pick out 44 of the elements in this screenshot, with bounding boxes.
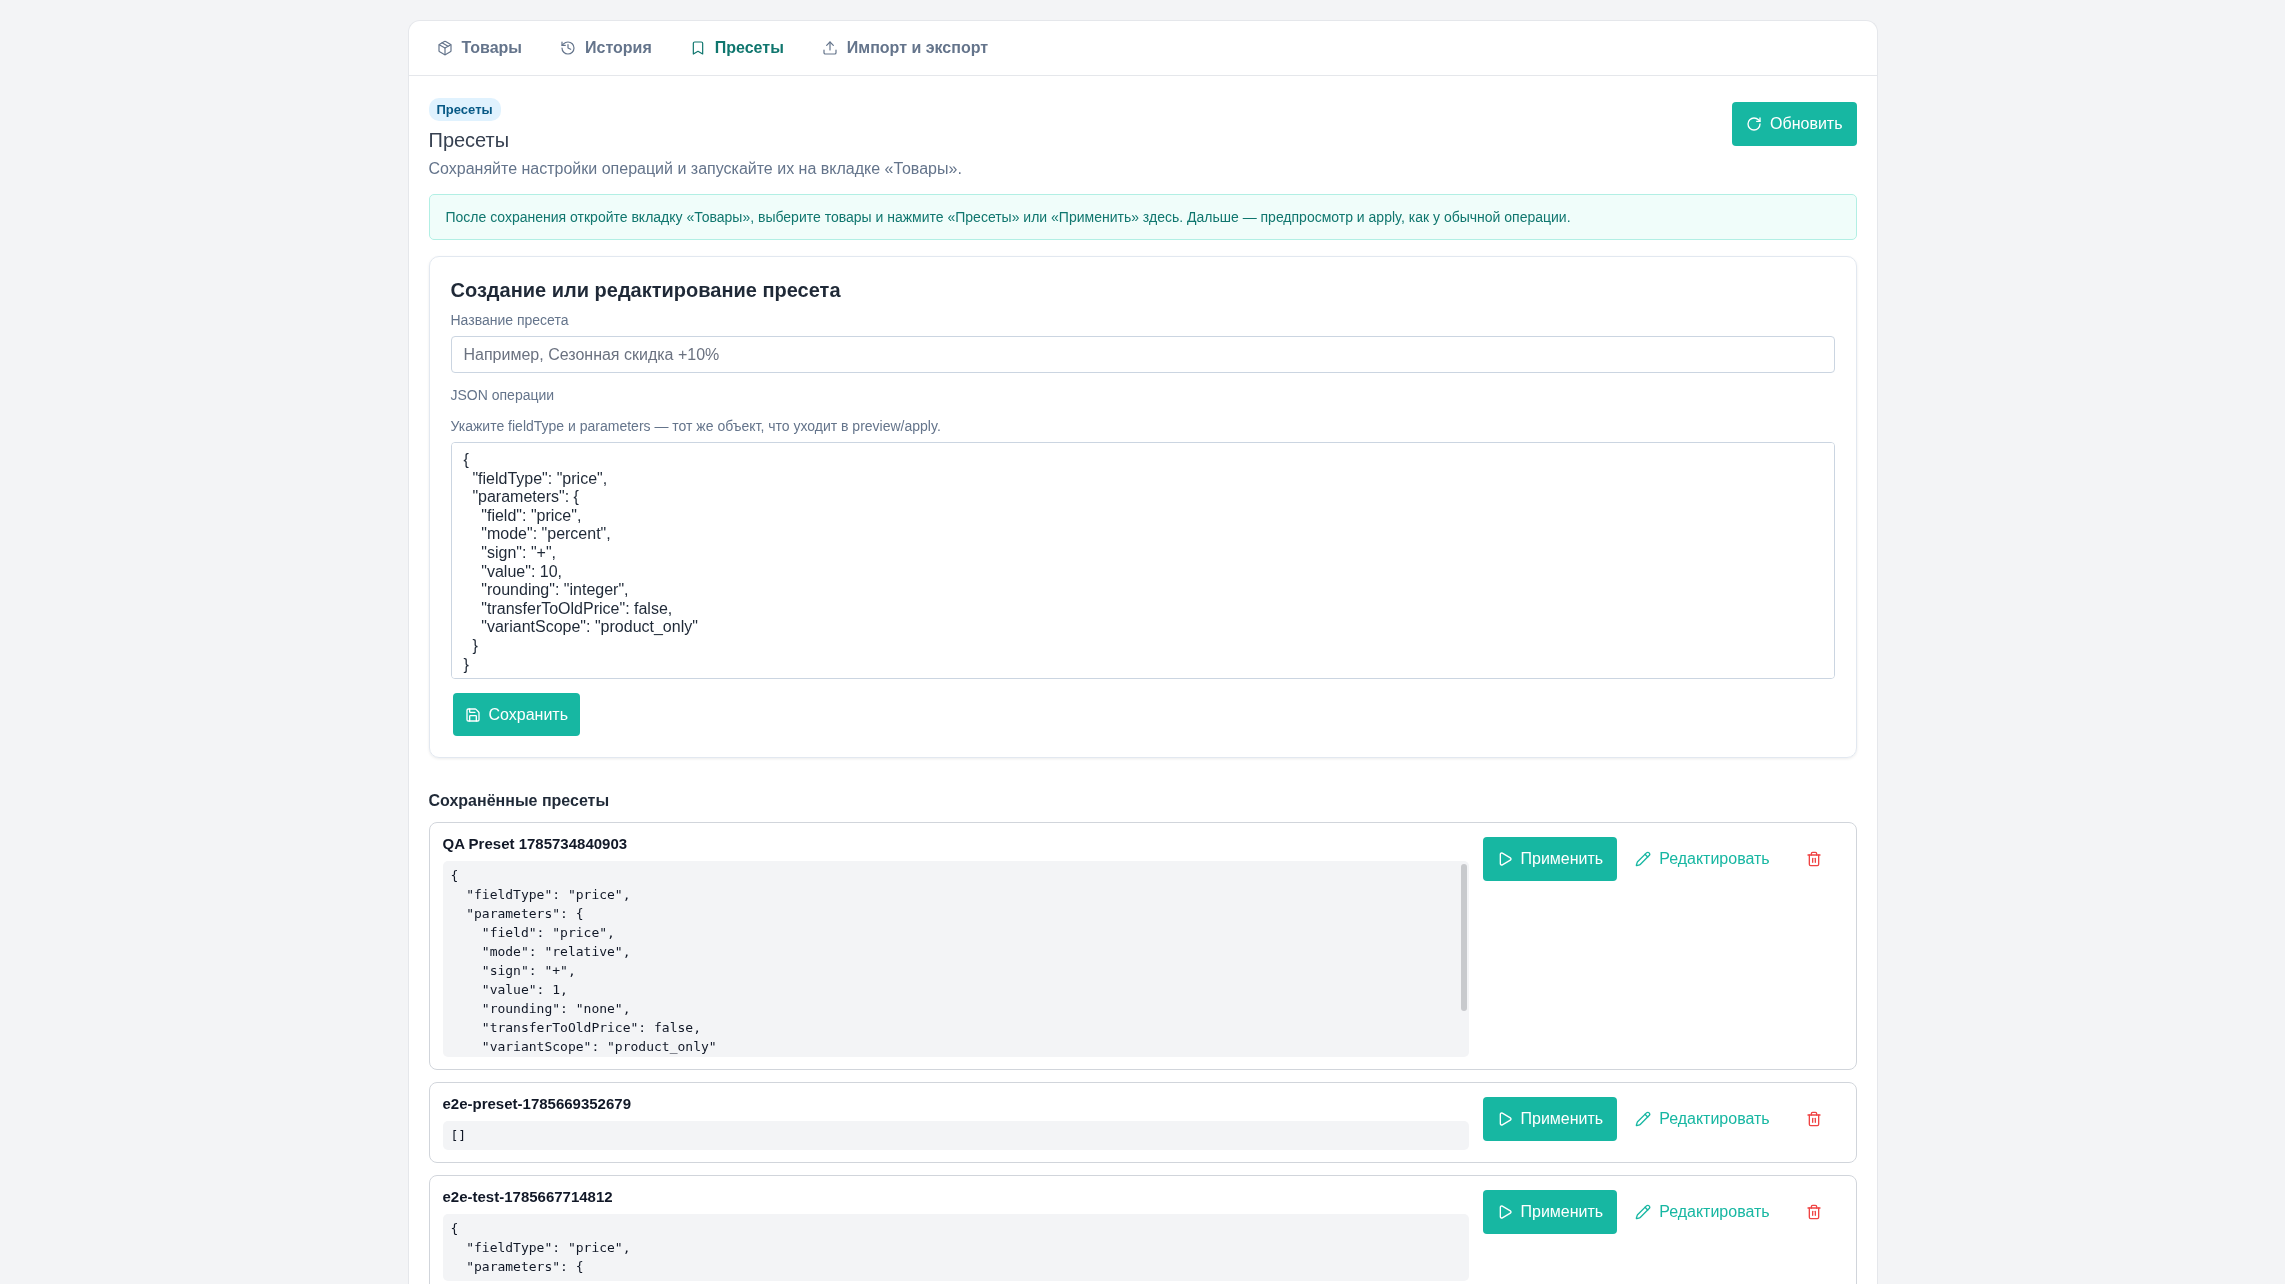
pencil-icon	[1635, 1111, 1652, 1127]
field-hint: Укажите fieldType и parameters — тот же объект, что уходит в preview/apply.	[450, 418, 942, 434]
history-icon	[560, 40, 576, 56]
edit-link[interactable]: Редактировать	[1631, 1203, 1774, 1221]
upload-icon	[821, 40, 838, 56]
edit-link[interactable]: Редактировать	[1631, 1110, 1774, 1128]
delete-button[interactable]	[1805, 851, 1822, 867]
scrollbar[interactable]	[1460, 864, 1467, 1011]
refresh-button[interactable]: Обновить	[1732, 102, 1857, 146]
apply-button[interactable]: Применить	[1482, 837, 1618, 881]
edit-link[interactable]: Редактировать	[1631, 850, 1774, 868]
field-label: JSON операции	[450, 387, 556, 403]
tab[interactable]: Импорт и экспорт	[821, 39, 989, 57]
pencil-icon	[1635, 1204, 1652, 1220]
preset-name: e2e-test-1785667714812	[442, 1188, 614, 1205]
pencil-icon	[1635, 851, 1652, 867]
page-title: Пресеты	[428, 129, 510, 152]
form-title: Создание или редактирование пресета	[450, 279, 842, 302]
tab[interactable]: Пресеты	[689, 39, 784, 57]
page-subtitle: Сохраняйте настройки операций и запускайте их на вкладке «Товары».	[428, 160, 962, 178]
tab[interactable]: Товары	[436, 39, 522, 57]
json-input-field[interactable]: { "fieldType": "price", "parameters": { "field": "price", "mode": "percent", "sign": "+", "value": 10, "rounding": "integer", "transferToOldPrice": false, "variantScope": "product_only" } }	[450, 442, 1835, 679]
trash-icon	[1805, 851, 1822, 867]
delete-button[interactable]	[1805, 1204, 1822, 1220]
save-button[interactable]: Сохранить	[452, 693, 580, 736]
refresh-icon	[1746, 116, 1763, 132]
info-banner: После сохранения откройте вкладку «Товары», выберите товары и нажмите «Пресеты» или «Применить» здесь. Дальше — предпросмотр и apply, как у обычной операции.	[428, 194, 1857, 240]
preset-code: { "fieldType": "price", "parameters": {	[449, 1220, 632, 1276]
delete-button[interactable]	[1805, 1111, 1822, 1127]
preset-name: QA Preset 1785734840903	[442, 835, 629, 852]
field-label: Название пресета	[450, 312, 570, 328]
preset-code: []	[449, 1127, 468, 1145]
apply-button[interactable]: Применить	[1482, 1097, 1618, 1141]
name-input-field[interactable]: Например, Сезонная скидка +10%	[450, 336, 1835, 373]
tab[interactable]: История	[560, 39, 652, 57]
apply-button[interactable]: Применить	[1482, 1190, 1618, 1234]
section-title: Сохранённые пресеты	[428, 792, 611, 810]
box-icon	[436, 40, 453, 56]
section-badge: Пресеты	[428, 98, 501, 121]
trash-icon	[1805, 1111, 1822, 1127]
save-icon	[464, 706, 481, 723]
preset-code: { "fieldType": "price", "parameters": { "field": "price", "mode": "relative", "sign": "+", "value": 1, "rounding": "none", "transferToOldPrice": false, "variantScope": "product_only"	[449, 867, 718, 1056]
trash-icon	[1805, 1204, 1822, 1220]
preset-name: e2e-preset-1785669352679	[442, 1095, 632, 1112]
